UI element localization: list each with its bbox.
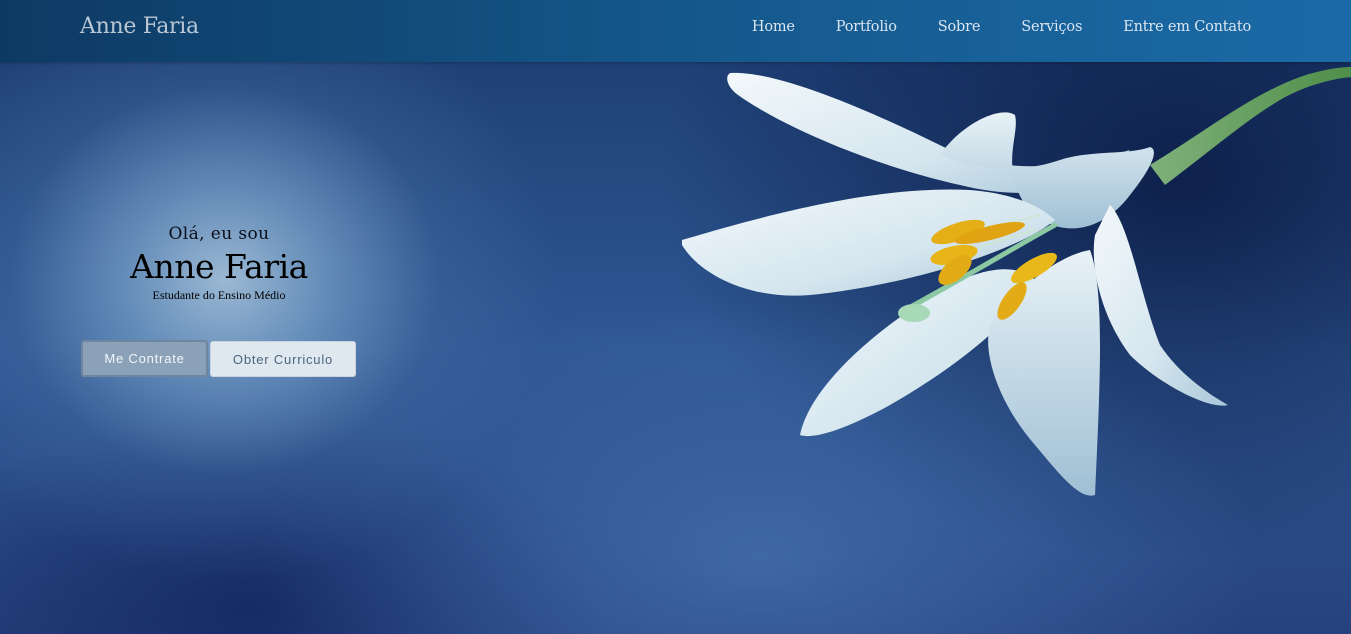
- nav-menu: Home Portfolio Sobre Serviços Entre em C…: [711, 19, 1251, 35]
- nav-link-contato[interactable]: Entre em Contato: [1123, 19, 1251, 35]
- hero-subtitle: Estudante do Ensino Médio: [152, 288, 286, 302]
- hero-greeting: Olá, eu sou: [168, 224, 270, 244]
- get-resume-button[interactable]: Obter Curriculo: [210, 341, 356, 377]
- nav-link-servicos[interactable]: Serviços: [1021, 19, 1082, 35]
- navbar: Anne Faria Home Portfolio Sobre Serviços…: [0, 0, 1351, 62]
- hero-intro: Olá, eu sou Anne Faria Estudante do Ensi…: [80, 222, 358, 302]
- hire-me-button[interactable]: Me Contrate: [81, 340, 208, 377]
- nav-link-home[interactable]: Home: [752, 19, 795, 35]
- lily-flower-image: [682, 67, 1351, 496]
- nav-link-sobre[interactable]: Sobre: [938, 19, 981, 35]
- nav-link-portfolio[interactable]: Portfolio: [836, 19, 897, 35]
- hero-name: Anne Faria: [130, 247, 308, 286]
- brand-logo-link[interactable]: Anne Faria: [80, 14, 199, 39]
